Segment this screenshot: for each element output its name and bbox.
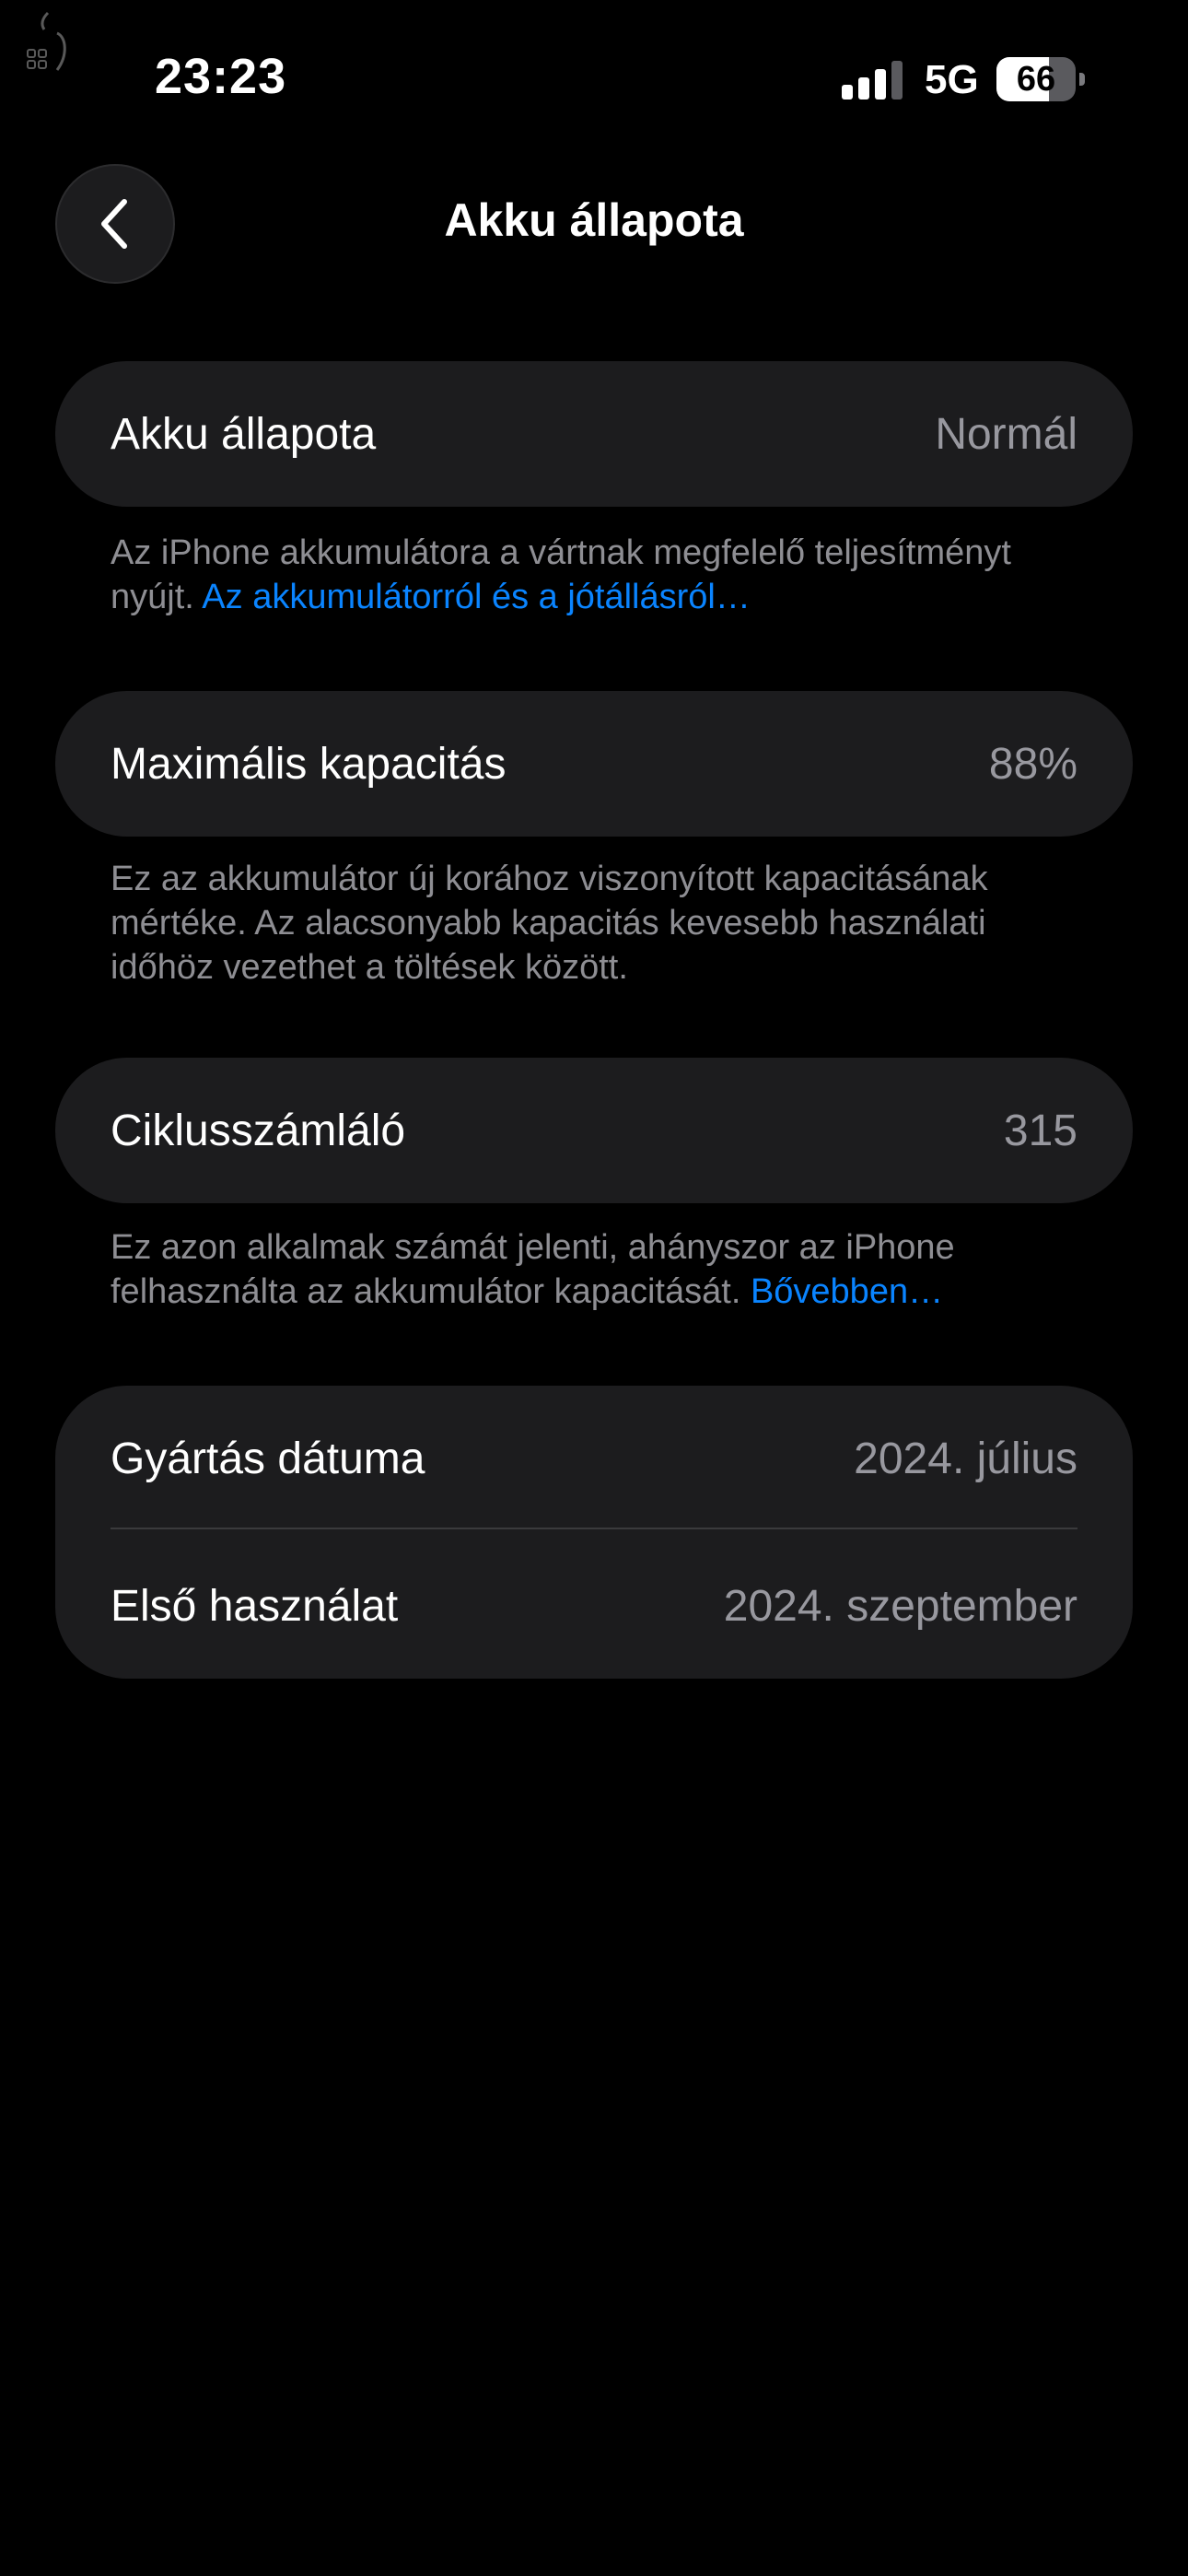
status-bar: 23:23 5G 66 xyxy=(0,0,1188,157)
cycle-count-card: Ciklusszámláló 315 xyxy=(55,1058,1133,1203)
battery-percent: 66 xyxy=(1016,60,1056,99)
cellular-signal-icon xyxy=(842,61,903,100)
cycle-count-note: Ez azon alkalmak számát jelenti, ahánysz… xyxy=(111,1225,1087,1314)
battery-icon: 66 xyxy=(996,57,1085,101)
cycle-count-label: Ciklusszámláló xyxy=(111,1106,406,1155)
battery-health-label: Akku állapota xyxy=(111,409,377,459)
max-capacity-label: Maximális kapacitás xyxy=(111,739,507,789)
battery-warranty-link[interactable]: Az akkumulátorról és a jótállásról… xyxy=(202,578,751,616)
max-capacity-value: 88% xyxy=(988,739,1077,789)
page-title: Akku állapota xyxy=(444,194,744,246)
dates-divider xyxy=(111,1528,1077,1529)
network-type: 5G xyxy=(925,57,979,102)
battery-health-note: Az iPhone akkumulátora a vártnak megfele… xyxy=(111,531,1087,619)
battery-health-card[interactable]: Akku állapota Normál xyxy=(55,361,1133,507)
max-capacity-note: Ez az akkumulátor új korához viszonyítot… xyxy=(111,860,988,987)
max-capacity-card: Maximális kapacitás 88% xyxy=(55,691,1133,837)
first-use-label: Első használat xyxy=(111,1581,399,1631)
manufacture-date-label: Gyártás dátuma xyxy=(111,1434,425,1483)
learn-more-link[interactable]: Bővebben… xyxy=(751,1272,943,1311)
cycle-count-value: 315 xyxy=(1003,1106,1077,1155)
battery-health-value: Normál xyxy=(935,409,1077,459)
status-time: 23:23 xyxy=(155,49,287,104)
dates-card: Gyártás dátuma 2024. július Első használ… xyxy=(55,1386,1133,1679)
manufacture-date-value: 2024. július xyxy=(854,1434,1077,1483)
first-use-value: 2024. szeptember xyxy=(723,1581,1077,1631)
